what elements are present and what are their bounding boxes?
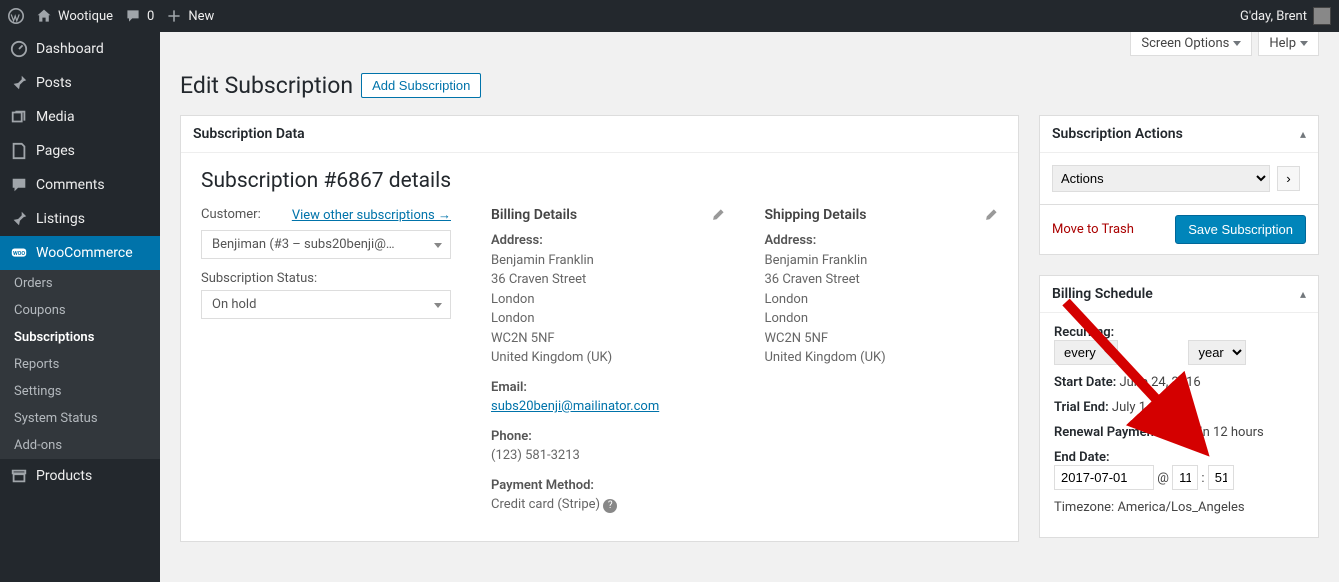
subscription-data-box: Subscription Data Subscription #6867 det… <box>180 115 1019 542</box>
site-link[interactable]: Wootique <box>36 8 113 24</box>
admin-toolbar: Wootique 0 New G'day, Brent <box>0 0 1339 32</box>
end-date-label: End Date: <box>1054 450 1110 465</box>
woo-icon: WOO <box>10 244 28 262</box>
page-icon <box>10 142 28 160</box>
wordpress-icon <box>8 8 24 24</box>
subscription-actions-box: Subscription Actions Actions › Move to T… <box>1039 115 1319 255</box>
sidebar-subitem-orders[interactable]: Orders <box>0 270 160 297</box>
help-button[interactable]: Help <box>1258 32 1319 56</box>
main-content: Screen Options Help Edit Subscription Ad… <box>160 32 1339 582</box>
subscription-data-title: Subscription Data <box>193 126 305 142</box>
start-date-label: Start Date: <box>1054 375 1116 390</box>
sidebar-item-comments[interactable]: Comments <box>0 168 160 202</box>
add-subscription-button[interactable]: Add Subscription <box>361 73 481 98</box>
screen-options-button[interactable]: Screen Options <box>1130 32 1252 56</box>
recurring-unit-select[interactable]: year <box>1188 340 1246 365</box>
end-hour-input[interactable] <box>1172 465 1198 490</box>
view-other-subscriptions-link[interactable]: View other subscriptions → <box>292 207 451 226</box>
sidebar-item-posts[interactable]: Posts <box>0 66 160 100</box>
recurring-freq-select[interactable]: every <box>1054 340 1118 365</box>
customer-select[interactable]: Benjiman (#3 – subs20benji@… <box>201 230 451 259</box>
sidebar-subitem-addons[interactable]: Add-ons <box>0 432 160 459</box>
media-icon <box>10 108 28 126</box>
sidebar-item-media[interactable]: Media <box>0 100 160 134</box>
user-greeting[interactable]: G'day, Brent <box>1240 7 1331 25</box>
dashboard-icon <box>10 40 28 58</box>
customer-label: Customer: <box>201 207 261 222</box>
timezone-label: Timezone: <box>1054 500 1114 515</box>
comments-link[interactable]: 0 <box>125 8 154 24</box>
shipping-details-title: Shipping Details <box>765 207 867 223</box>
status-label: Subscription Status: <box>201 271 451 286</box>
sidebar-subitem-system-status[interactable]: System Status <box>0 405 160 432</box>
subscription-details-heading: Subscription #6867 details <box>201 169 998 193</box>
sidebar-subitem-subscriptions[interactable]: Subscriptions <box>0 324 160 351</box>
end-date-input[interactable] <box>1054 465 1154 490</box>
billing-details-title: Billing Details <box>491 207 577 223</box>
chevron-down-icon <box>1233 41 1241 46</box>
woocommerce-submenu: Orders Coupons Subscriptions Reports Set… <box>0 270 160 459</box>
sidebar-item-woocommerce[interactable]: WOOWooCommerce <box>0 236 160 270</box>
sidebar-subitem-reports[interactable]: Reports <box>0 351 160 378</box>
actions-select[interactable]: Actions <box>1052 165 1270 192</box>
chevron-down-icon <box>1300 41 1308 46</box>
trial-end-label: Trial End: <box>1054 400 1109 415</box>
sidebar-item-dashboard[interactable]: Dashboard <box>0 32 160 66</box>
home-icon <box>36 8 52 24</box>
sidebar-subitem-coupons[interactable]: Coupons <box>0 297 160 324</box>
status-select[interactable]: On hold <box>201 290 451 319</box>
toggle-panel-button[interactable] <box>1300 127 1306 142</box>
toggle-panel-button[interactable] <box>1300 287 1306 302</box>
avatar <box>1313 7 1331 25</box>
archive-icon <box>10 467 28 485</box>
pencil-icon[interactable] <box>984 208 998 222</box>
wp-logo[interactable] <box>8 8 24 24</box>
apply-action-button[interactable]: › <box>1277 166 1299 191</box>
move-to-trash-link[interactable]: Move to Trash <box>1052 222 1134 237</box>
pin-icon <box>10 210 28 228</box>
admin-sidebar: Dashboard Posts Media Pages Comments Lis… <box>0 32 160 582</box>
sidebar-item-listings[interactable]: Listings <box>0 202 160 236</box>
pencil-icon[interactable] <box>711 208 725 222</box>
help-icon[interactable]: ? <box>603 499 617 513</box>
end-minute-input[interactable] <box>1208 465 1234 490</box>
billing-email-link[interactable]: subs20benji@mailinator.com <box>491 399 659 414</box>
new-label: New <box>188 9 214 24</box>
save-subscription-button[interactable]: Save Subscription <box>1175 215 1306 244</box>
plus-icon <box>166 8 182 24</box>
sidebar-item-pages[interactable]: Pages <box>0 134 160 168</box>
svg-text:WOO: WOO <box>13 251 25 257</box>
comment-icon <box>10 176 28 194</box>
page-title: Edit Subscription <box>180 72 353 99</box>
comment-icon <box>125 8 141 24</box>
billing-schedule-box: Billing Schedule Recurring: every year S… <box>1039 275 1319 538</box>
subscription-actions-title: Subscription Actions <box>1052 126 1183 142</box>
site-name: Wootique <box>58 9 113 24</box>
sidebar-subitem-settings[interactable]: Settings <box>0 378 160 405</box>
billing-schedule-title: Billing Schedule <box>1052 286 1153 302</box>
pin-icon <box>10 74 28 92</box>
sidebar-item-products[interactable]: Products <box>0 459 160 493</box>
renewal-retry-label: Renewal Payment Retry: <box>1054 425 1196 440</box>
comments-count: 0 <box>147 9 154 24</box>
recurring-label: Recurring: <box>1054 325 1114 340</box>
new-content-link[interactable]: New <box>166 8 214 24</box>
